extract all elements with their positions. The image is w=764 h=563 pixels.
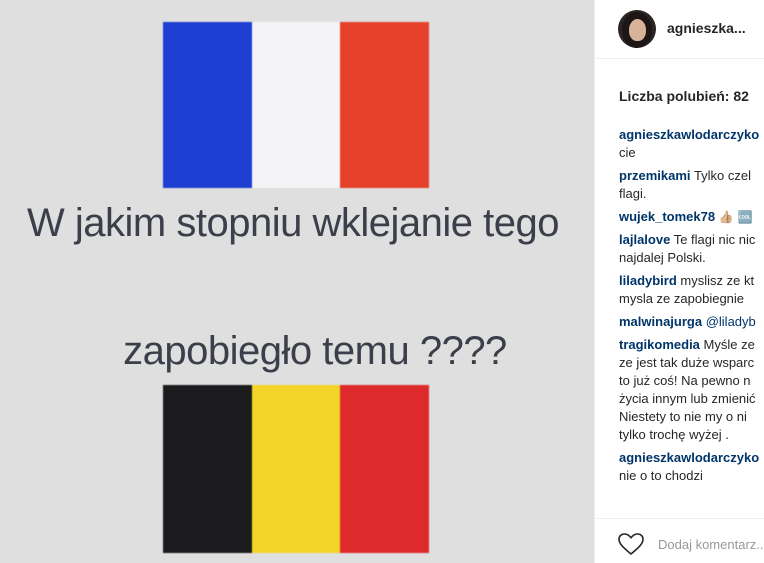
avatar[interactable] bbox=[618, 10, 656, 48]
comment-username[interactable]: tragikomedia bbox=[619, 337, 700, 352]
comment-mention[interactable]: @liladyb bbox=[706, 314, 756, 329]
comment-item: wujek_tomek78 👍🏼 🆒 bbox=[619, 208, 764, 226]
comment-username[interactable]: lajlalove bbox=[619, 232, 670, 247]
avatar-face bbox=[629, 19, 646, 41]
comment-username[interactable]: agnieszkawlodarczyko bbox=[619, 127, 759, 142]
flag-stripe-red bbox=[340, 385, 430, 553]
flag-stripe-black bbox=[163, 385, 252, 553]
likes-count[interactable]: Liczba polubień: 82 bbox=[619, 88, 749, 104]
username-link[interactable]: agnieszka... bbox=[667, 20, 746, 36]
comment-username[interactable]: agnieszkawlodarczyko bbox=[619, 450, 759, 465]
post-footer: Dodaj komentarz... bbox=[595, 518, 764, 563]
flag-stripe-red bbox=[340, 22, 430, 188]
add-comment-input[interactable]: Dodaj komentarz... bbox=[658, 537, 764, 552]
flag-of-belgium bbox=[163, 385, 430, 553]
comment-text: 👍🏼 🆒 bbox=[718, 210, 753, 224]
post-sidebar: agnieszka... Liczba polubień: 82 agniesz… bbox=[594, 0, 764, 563]
comments-fade bbox=[595, 506, 764, 518]
post-image[interactable]: W jakim stopniu wklejanie tego zapobiegł… bbox=[0, 0, 594, 563]
comment-item: agnieszkawlodarczyko cie bbox=[619, 126, 764, 162]
comment-item: agnieszkawlodarczyko nie o to chodzi bbox=[619, 449, 764, 485]
flag-stripe-blue bbox=[163, 22, 252, 188]
heart-icon[interactable] bbox=[617, 532, 645, 556]
comment-username[interactable]: liladybird bbox=[619, 273, 677, 288]
comment-username[interactable]: wujek_tomek78 bbox=[619, 209, 715, 224]
post-header: agnieszka... bbox=[595, 0, 764, 59]
comment-text: nie o to chodzi bbox=[619, 468, 703, 483]
comment-username[interactable]: malwinajurga bbox=[619, 314, 702, 329]
flag-stripe-white bbox=[251, 22, 341, 188]
comment-text: cie bbox=[619, 145, 636, 160]
comment-item: lajlalove Te flagi nic nic najdalej Pols… bbox=[619, 231, 764, 267]
comment-item: przemikami Tylko czel flagi. bbox=[619, 167, 764, 203]
comment-item: liladybird myslisz ze kt mysla ze zapobi… bbox=[619, 272, 764, 308]
flag-stripe-yellow bbox=[251, 385, 341, 553]
image-caption-line-2: zapobiegło temu ???? bbox=[123, 329, 507, 373]
comment-item: malwinajurga @liladyb bbox=[619, 313, 764, 331]
comment-item: tragikomedia Myśle ze ze jest tak duże w… bbox=[619, 336, 764, 444]
comment-text: Myśle ze ze jest tak duże wsparc to już … bbox=[619, 337, 756, 442]
image-caption-line-1: W jakim stopniu wklejanie tego bbox=[27, 201, 559, 245]
comment-username[interactable]: przemikami bbox=[619, 168, 691, 183]
comments-list: agnieszkawlodarczyko cie przemikami Tylk… bbox=[619, 126, 764, 490]
flag-of-france bbox=[163, 22, 430, 188]
